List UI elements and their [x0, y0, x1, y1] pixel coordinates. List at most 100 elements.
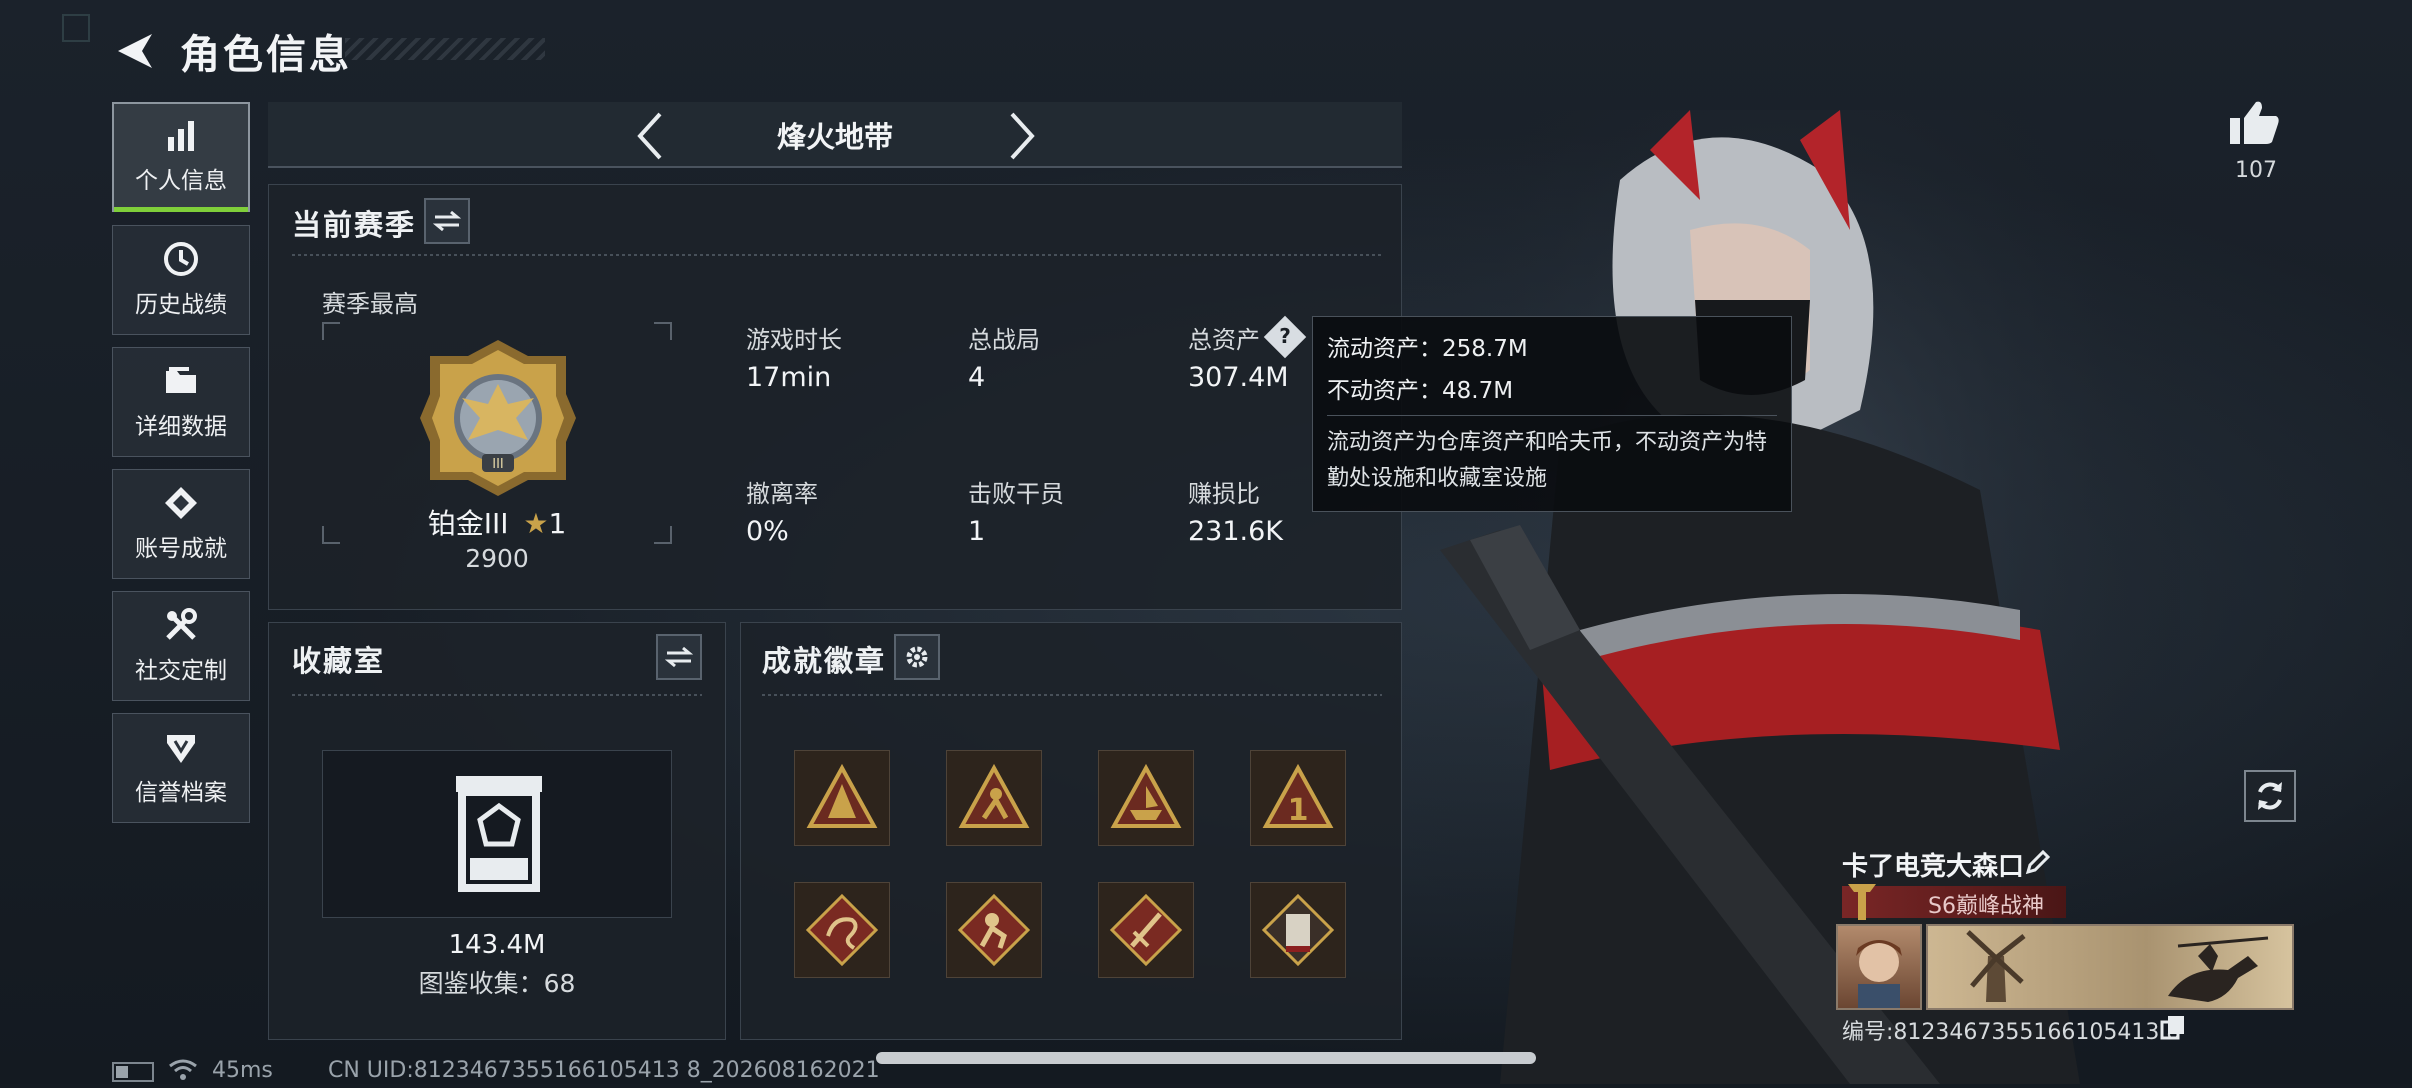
sidebar-item-detailed-data[interactable]: 详细数据	[112, 347, 250, 457]
chevron-left-icon	[637, 112, 662, 160]
achievement-settings-button[interactable]	[894, 634, 940, 680]
mode-next-button[interactable]	[1002, 108, 1042, 164]
like-button[interactable]	[2226, 98, 2286, 154]
vault-icon	[452, 772, 546, 892]
copy-icon	[2160, 1016, 2184, 1040]
player-name: 卡了电竞大森口	[1842, 852, 2025, 882]
achievement-badge[interactable]	[946, 750, 1042, 846]
mode-label: 烽火地带	[776, 120, 893, 154]
rank-name-row: 铂金III ★1	[322, 502, 672, 542]
fixed-assets-row: 不动资产：48.7M	[1327, 371, 1513, 405]
sidebar-item-label: 社交定制	[135, 658, 227, 684]
catalog-label: 图鉴收集：	[418, 969, 544, 998]
stat-value-profit-loss-ratio: 231.6K	[1188, 516, 1284, 547]
fixed-assets-value: 48.7M	[1442, 378, 1514, 404]
folder-icon	[166, 367, 196, 393]
stat-label-profit-loss-ratio: 赚损比	[1188, 480, 1260, 508]
bar-chart-icon	[168, 121, 194, 151]
achievement-badge[interactable]	[946, 882, 1042, 978]
shield-icon	[167, 735, 195, 763]
liquid-assets-row: 流动资产：258.7M	[1327, 329, 1528, 363]
collection-divider	[292, 694, 702, 696]
triangle-badge-icon	[806, 763, 878, 828]
stat-label-total-assets: 总资产	[1188, 326, 1260, 354]
rank-score: 2900	[465, 544, 529, 573]
stat-label-total-matches: 总战局	[968, 326, 1040, 354]
rank-emblem-icon: III	[416, 336, 580, 500]
back-arrow-icon	[118, 34, 152, 68]
stat-value-total-matches: 4	[968, 362, 986, 393]
collection-panel-title: 收藏室	[292, 644, 386, 678]
stat-value-play-time: 17min	[746, 362, 832, 393]
title-badge: S6巅峰战神	[1842, 884, 2066, 920]
header-corner-square	[62, 14, 90, 42]
switch-arrows-icon	[665, 646, 693, 668]
back-button[interactable]	[112, 28, 158, 74]
title-stripes	[345, 38, 545, 60]
history-clock-icon	[164, 242, 198, 276]
achievement-badge[interactable]: 1	[1250, 750, 1346, 846]
achievement-badge[interactable]	[794, 750, 890, 846]
player-id-label: 编号:	[1842, 1020, 1894, 1045]
thumbs-up-icon	[2230, 101, 2279, 144]
collection-value: 143.4M	[448, 930, 546, 960]
player-banner[interactable]	[1926, 924, 2294, 1010]
achievement-divider	[762, 694, 1382, 696]
sidebar-item-label: 信誉档案	[135, 780, 227, 806]
home-indicator[interactable]	[876, 1052, 1536, 1064]
copy-id-button[interactable]	[2160, 1014, 2186, 1040]
dragon-badge-icon	[805, 893, 879, 967]
refresh-icon	[2258, 782, 2282, 810]
collection-switch-button[interactable]	[656, 634, 702, 680]
sidebar-item-history[interactable]: 历史战绩	[112, 225, 250, 335]
sword-badge-icon	[1109, 893, 1183, 967]
tooltip-divider	[1327, 415, 1777, 416]
rank-tower-icon	[1848, 884, 1876, 920]
svg-text:III: III	[492, 457, 504, 472]
achievement-badge[interactable]	[794, 882, 890, 978]
tooltip-description: 流动资产为仓库资产和哈夫币，不动资产为特勤处设施和收藏室设施	[1327, 430, 1768, 491]
edit-name-button[interactable]	[2024, 848, 2054, 878]
sidebar-item-personal-info[interactable]: 个人信息	[112, 102, 250, 212]
boat-badge-icon	[1110, 763, 1182, 828]
stat-label-extraction-rate: 撤离率	[746, 480, 818, 508]
uid-text: CN UID:8123467355166105413 8_20260816202…	[328, 1058, 880, 1083]
achievement-panel-title: 成就徽章	[762, 644, 887, 678]
stat-label-operators-defeated: 击败干员	[968, 480, 1064, 508]
sidebar-item-account-achievements[interactable]: 账号成就	[112, 469, 250, 579]
player-name-row: 卡了电竞大森口	[1842, 846, 2024, 883]
season-switch-button[interactable]	[424, 198, 470, 244]
sidebar-item-social-customization[interactable]: 社交定制	[112, 591, 250, 701]
title-badge-text: S6巅峰战神	[1928, 894, 2044, 919]
gear-icon	[906, 646, 928, 668]
like-count: 107	[2235, 158, 2277, 183]
stat-value-extraction-rate: 0%	[746, 516, 789, 547]
achievement-badge[interactable]	[1098, 882, 1194, 978]
battery-icon	[112, 1062, 154, 1082]
page-title: 角色信息	[180, 32, 352, 78]
catalog-count: 68	[543, 969, 576, 998]
sidebar-item-reputation-file[interactable]: 信誉档案	[112, 713, 250, 823]
chevron-right-icon	[1010, 112, 1035, 160]
player-id-row: 编号:8123467355166105413 8	[1842, 1014, 2180, 1046]
asset-breakdown-tooltip: 流动资产：258.7M 不动资产：48.7M 流动资产为仓库资产和哈夫币，不动资…	[1312, 316, 1792, 512]
sidebar-item-label: 详细数据	[135, 414, 227, 440]
achievement-badge[interactable]	[1098, 750, 1194, 846]
wifi-icon	[168, 1056, 198, 1082]
catalog-row: 图鉴收集：68	[268, 964, 726, 1000]
refresh-button[interactable]	[2244, 770, 2296, 822]
climber-badge-icon	[958, 763, 1030, 828]
stat-label-play-time: 游戏时长	[746, 326, 842, 354]
liquid-assets-value: 258.7M	[1442, 336, 1528, 362]
tools-icon	[166, 608, 197, 640]
achievement-icon	[165, 487, 197, 519]
season-panel-title: 当前赛季	[292, 208, 417, 242]
season-best-label: 赛季最高	[322, 290, 418, 318]
rank-star-icon: ★	[523, 507, 549, 540]
achievement-badge[interactable]	[1250, 882, 1346, 978]
player-avatar[interactable]	[1836, 924, 1922, 1010]
latency-text: 45ms	[212, 1058, 273, 1083]
mode-prev-button[interactable]	[630, 108, 670, 164]
fixed-assets-label: 不动资产：	[1327, 378, 1442, 404]
s8-badge-icon	[1261, 893, 1335, 967]
